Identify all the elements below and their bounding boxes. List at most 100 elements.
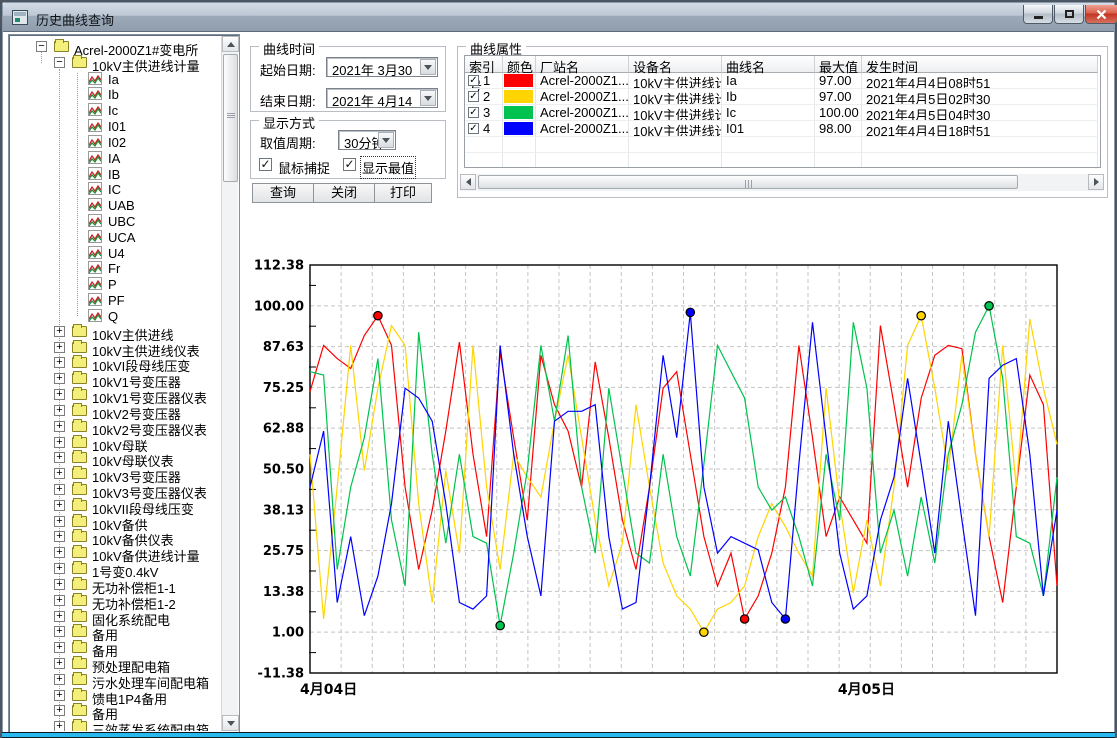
expand-icon[interactable]: +: [54, 579, 65, 590]
expand-icon[interactable]: +: [54, 326, 65, 337]
table-cell[interactable]: 2021年4月5日04时30: [862, 105, 1098, 121]
end-date-combo[interactable]: 2021年 4月14: [326, 88, 438, 108]
table-cell[interactable]: 10kV主供进线计量: [629, 121, 722, 137]
expand-icon[interactable]: +: [54, 642, 65, 653]
table-cell[interactable]: 2021年4月4日08时51: [862, 73, 1098, 89]
query-button[interactable]: 查询: [252, 183, 314, 203]
scroll-left-button[interactable]: [460, 174, 476, 190]
print-button[interactable]: 打印: [374, 183, 432, 203]
table-cell[interactable]: 97.00: [815, 89, 862, 105]
column-header-曲线名[interactable]: 曲线名: [722, 56, 815, 73]
tree-item-1号变0.4kV[interactable]: +1号变0.4kV: [10, 561, 222, 577]
tree-item-IA[interactable]: IA: [10, 150, 222, 166]
table-cell[interactable]: 98.00: [815, 121, 862, 137]
collapse-icon[interactable]: −: [36, 41, 47, 52]
mouse-capture-checkbox[interactable]: ✓: [259, 158, 272, 171]
start-date-combo[interactable]: 2021年 3月30: [326, 57, 438, 77]
table-cell[interactable]: Ib: [722, 89, 815, 105]
tree-item-Fr[interactable]: Fr: [10, 260, 222, 276]
tree-item-10kV1号变压器仪表[interactable]: +10kV1号变压器仪表: [10, 387, 222, 403]
tree-item-备用[interactable]: +备用: [10, 640, 222, 656]
expand-icon[interactable]: +: [54, 658, 65, 669]
tree-item-UAB[interactable]: UAB: [10, 197, 222, 213]
tree-vertical-scrollbar[interactable]: [221, 36, 238, 731]
expand-icon[interactable]: +: [54, 373, 65, 384]
expand-icon[interactable]: +: [54, 595, 65, 606]
close-button[interactable]: [1085, 5, 1117, 24]
table-cell[interactable]: ✓1: [465, 73, 503, 89]
expand-icon[interactable]: +: [54, 611, 65, 622]
tree-item-10kV主供进线[interactable]: +10kV主供进线: [10, 324, 222, 340]
tree-item-无功补偿柜1-2[interactable]: +无功补偿柜1-2: [10, 593, 222, 609]
expand-icon[interactable]: +: [54, 468, 65, 479]
table-cell[interactable]: 10kV主供进线计量: [629, 73, 722, 89]
table-scroll-thumb[interactable]: [478, 175, 1018, 189]
maximize-button[interactable]: [1054, 5, 1084, 24]
table-cell[interactable]: Acrel-2000Z1...: [536, 121, 629, 137]
tree-item-10kV2号变压器仪表[interactable]: +10kV2号变压器仪表: [10, 419, 222, 435]
column-header-发生时间[interactable]: 发生时间: [862, 56, 1098, 73]
tree-item-PF[interactable]: PF: [10, 292, 222, 308]
expand-icon[interactable]: +: [54, 626, 65, 637]
table-cell[interactable]: [503, 121, 536, 137]
expand-icon[interactable]: +: [54, 531, 65, 542]
tree-item-P[interactable]: P: [10, 276, 222, 292]
row-checkbox[interactable]: ✓: [468, 91, 479, 102]
titlebar[interactable]: 历史曲线查询: [3, 3, 1114, 32]
table-cell[interactable]: Ic: [722, 105, 815, 121]
tree-item-10kV备供仪表[interactable]: +10kV备供仪表: [10, 529, 222, 545]
tree-item-10kV主供进线计量[interactable]: −10kV主供进线计量: [10, 55, 222, 71]
scroll-down-button[interactable]: [222, 715, 239, 731]
tree-item-预处理配电箱[interactable]: +预处理配电箱: [10, 656, 222, 672]
expand-icon[interactable]: +: [54, 674, 65, 685]
tree-item-Acrel-2000Z1#变电所[interactable]: −Acrel-2000Z1#变电所: [10, 39, 222, 55]
expand-icon[interactable]: +: [54, 484, 65, 495]
expand-icon[interactable]: +: [54, 690, 65, 701]
expand-icon[interactable]: +: [54, 405, 65, 416]
tree-item-Q[interactable]: Q: [10, 308, 222, 324]
tree-item-10kVII段母线压变[interactable]: +10kVII段母线压变: [10, 498, 222, 514]
table-horizontal-scrollbar[interactable]: [460, 174, 1104, 191]
tree-item-10kV母联[interactable]: +10kV母联: [10, 435, 222, 451]
tree-item-IC[interactable]: IC: [10, 181, 222, 197]
dropdown-arrow-icon[interactable]: [420, 90, 436, 106]
dropdown-arrow-icon[interactable]: [420, 59, 436, 75]
tree-item-U4[interactable]: U4: [10, 245, 222, 261]
table-cell[interactable]: 97.00: [815, 73, 862, 89]
dropdown-arrow-icon[interactable]: [378, 132, 394, 148]
tree-item-10kV备供[interactable]: +10kV备供: [10, 514, 222, 530]
expand-icon[interactable]: +: [54, 500, 65, 511]
tree-item-I02[interactable]: I02: [10, 134, 222, 150]
table-cell[interactable]: Acrel-2000Z1...: [536, 105, 629, 121]
close-dialog-button[interactable]: 关闭: [313, 183, 375, 203]
tree-item-10kV2号变压器[interactable]: +10kV2号变压器: [10, 403, 222, 419]
row-checkbox[interactable]: ✓: [468, 75, 479, 86]
tree-item-I01[interactable]: I01: [10, 118, 222, 134]
tree-item-UCA[interactable]: UCA: [10, 229, 222, 245]
minimize-button[interactable]: [1023, 5, 1053, 24]
table-cell[interactable]: 2021年4月5日02时30: [862, 89, 1098, 105]
tree-item-备用[interactable]: +备用: [10, 624, 222, 640]
expand-icon[interactable]: +: [54, 357, 65, 368]
tree-item-10kV3号变压器仪表[interactable]: +10kV3号变压器仪表: [10, 482, 222, 498]
expand-icon[interactable]: +: [54, 421, 65, 432]
collapse-icon[interactable]: −: [54, 57, 65, 68]
column-header-设备名[interactable]: 设备名: [629, 56, 722, 73]
tree-item-备用[interactable]: +备用: [10, 703, 222, 719]
expand-icon[interactable]: +: [54, 437, 65, 448]
tree-item-UBC[interactable]: UBC: [10, 213, 222, 229]
tree-item-IB[interactable]: IB: [10, 166, 222, 182]
expand-icon[interactable]: +: [54, 516, 65, 527]
table-cell[interactable]: [503, 105, 536, 121]
tree-item-固化系统配电[interactable]: +固化系统配电: [10, 609, 222, 625]
table-cell[interactable]: 2021年4月4日18时51: [862, 121, 1098, 137]
tree-item-Ia[interactable]: Ia: [10, 71, 222, 87]
show-extremes-checkbox[interactable]: ✓: [343, 158, 356, 171]
expand-icon[interactable]: +: [54, 563, 65, 574]
tree-scroll-thumb[interactable]: [223, 54, 238, 182]
tree-item-污水处理车间配电箱[interactable]: +污水处理车间配电箱: [10, 672, 222, 688]
tree-item-10kV备供进线计量[interactable]: +10kV备供进线计量: [10, 545, 222, 561]
expand-icon[interactable]: +: [54, 389, 65, 400]
expand-icon[interactable]: +: [54, 547, 65, 558]
tree-item-馈电1P4备用[interactable]: +馈电1P4备用: [10, 688, 222, 704]
